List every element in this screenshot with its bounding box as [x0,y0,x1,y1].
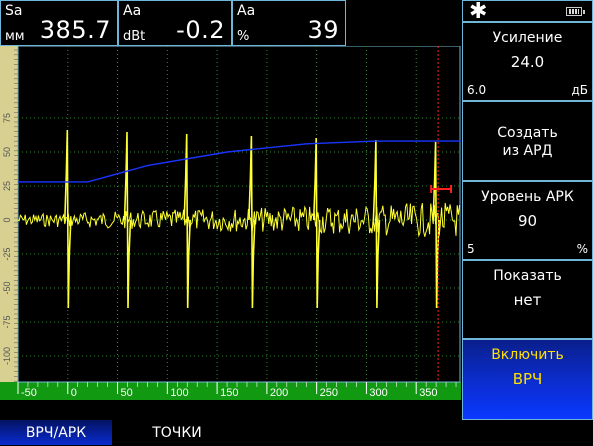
level-unit: % [576,242,588,256]
y-tick-label: -25 [2,247,12,260]
enable-title: Включить [491,347,564,363]
readout-distance: Sa мм 385.7 [0,0,118,46]
x-tick-label: 0 [71,387,77,399]
gain-title: Усиление [492,30,563,46]
gain-step: 6.0 [467,83,487,97]
tab-tcg-agc[interactable]: ВРЧ/АРК [0,420,112,445]
snowflake-icon: ✱ [469,0,488,24]
readout-name: Aa [237,3,256,19]
battery-icon [566,7,585,16]
level-step: 5 [467,242,475,256]
readout-amplitude-db: Aa dBt -0.2 [118,0,232,46]
agc-level-button[interactable]: Уровень АРК 90 5 % [462,181,593,260]
echo-peak [372,139,381,309]
bottom-tab-bar: ВРЧ/АРК ТОЧКИ [0,420,593,445]
gain-value: 24.0 [510,53,545,71]
readout-value: -0.2 [176,16,225,44]
tab-points[interactable]: ТОЧКИ [122,420,232,445]
readout-unit: dBt [123,29,146,44]
x-tick-label: 50 [121,387,133,399]
show-button[interactable]: Показать нет [462,260,593,339]
level-title: Уровень АРК [481,189,574,205]
show-title: Показать [493,268,562,284]
y-tick-label: 75 [2,113,12,123]
y-axis-strip [0,46,18,382]
x-tick-label: 350 [419,387,437,399]
x-tick-label: 200 [270,387,288,399]
readout-name: Sa [5,3,23,19]
readout-unit: % [237,29,250,44]
y-tick-label: 25 [2,181,12,191]
readout-value: 39 [307,16,339,44]
enable-value: ВРЧ [512,370,543,388]
x-tick-label: 250 [320,387,338,399]
tcg-curve [18,140,461,183]
create-title: Создать из АРД [497,125,558,159]
y-tick-label: -50 [2,281,12,294]
y-tick-label: 50 [2,147,12,157]
readout-unit: мм [5,29,25,44]
create-from-dgs-button[interactable]: Создать из АРД [462,101,593,181]
a-scan-chart: 7550250-25-50-75-100-50 0 50 100 150 200 250 30… [0,45,461,400]
readout-amplitude-percent: Aa % 39 [232,0,346,46]
status-bar: ✱ [462,0,593,24]
gain-unit: дБ [571,83,588,97]
y-tick-label: -75 [2,315,12,328]
x-tick-label: 100 [170,387,188,399]
x-tick-label: -50 [21,387,37,399]
x-tick-label: 150 [220,387,238,399]
x-tick-label: 300 [369,387,387,399]
settings-panel: ✱ Усиление 24.0 6.0 дБ Создать из АРД Ур… [462,0,593,420]
gain-button[interactable]: Усиление 24.0 6.0 дБ [462,22,593,101]
a-scan-display[interactable]: 75 50 25 0 -25 -50 -75 -100 -50 0 50 100 150 200 250 30… [0,45,461,400]
readout-name: Aa [123,3,142,19]
y-tick-label: -100 [2,347,12,365]
echo-peak [248,135,256,309]
y-tick-label: 0 [2,217,12,222]
echo-peak [312,137,321,309]
level-value: 90 [517,212,538,230]
enable-tcg-button[interactable]: Включить ВРЧ [462,339,593,420]
show-value: нет [513,291,542,309]
readout-value: 385.7 [39,16,111,44]
